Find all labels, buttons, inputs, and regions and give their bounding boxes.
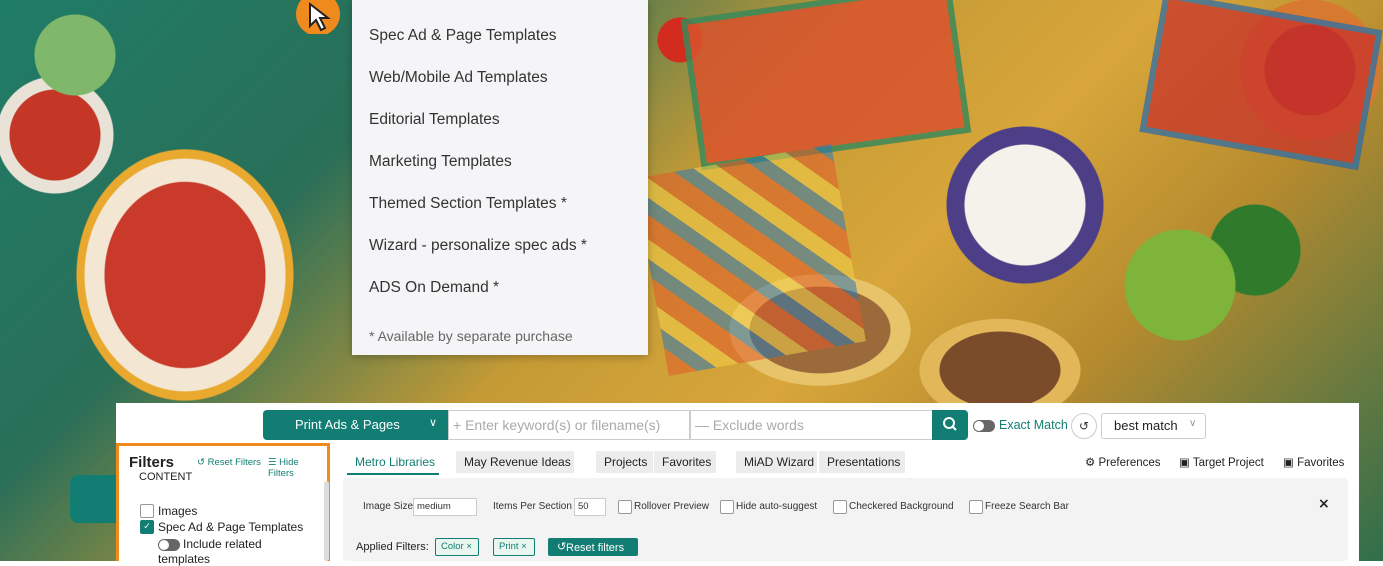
close-icon[interactable]: × <box>1318 496 1330 512</box>
images-label: Images <box>158 504 198 518</box>
tab-may-revenue[interactable]: May Revenue Ideas <box>456 451 574 473</box>
tab-projects[interactable]: Projects <box>596 451 653 473</box>
pointer-cursor-icon <box>296 0 340 34</box>
checkered-label: Checkered Background <box>849 501 954 512</box>
freeze-label: Freeze Search Bar <box>985 501 1069 512</box>
exclude-input[interactable]: — Exclude words <box>690 410 934 440</box>
decor-tile <box>634 144 866 376</box>
rollover-label: Rollover Preview <box>634 501 710 512</box>
exact-match-label: Exact Match <box>999 418 1068 432</box>
menu-item-ads-on-demand[interactable]: ADS On Demand * <box>369 279 499 297</box>
category-label: Print Ads & Pages <box>295 417 400 432</box>
decor-tray-2 <box>1139 0 1383 171</box>
dropdown-menu: Spec Ad & Page Templates Web/Mobile Ad T… <box>352 0 648 355</box>
filters-section-label: CONTENT <box>139 471 193 483</box>
filter-chip-print[interactable]: Print × <box>493 538 535 556</box>
exclude-placeholder: — Exclude words <box>695 417 804 433</box>
rollover-checkbox[interactable] <box>618 500 632 514</box>
menu-item-editorial[interactable]: Editorial Templates <box>369 111 500 129</box>
menu-item-web-mobile[interactable]: Web/Mobile Ad Templates <box>369 69 548 87</box>
spec-ad-checkbox[interactable]: ✓ <box>140 520 154 534</box>
reset-filters-button[interactable]: ↺ Reset filters <box>548 538 638 556</box>
filters-title: Filters <box>129 454 175 471</box>
refresh-icon[interactable]: ↺ <box>1071 413 1097 439</box>
search-panel: Print Ads & Pages ∨ + Enter keyword(s) o… <box>116 403 1359 566</box>
sort-select[interactable]: best match ∨ <box>1101 413 1206 439</box>
related-toggle[interactable] <box>158 539 180 551</box>
freeze-checkbox[interactable] <box>969 500 983 514</box>
filter-chip-color[interactable]: Color × <box>435 538 479 556</box>
checkered-checkbox[interactable] <box>833 500 847 514</box>
chevron-down-icon: ∨ <box>429 417 438 429</box>
applied-filters-label: Applied Filters: <box>356 541 429 553</box>
tab-favorites[interactable]: Favorites <box>654 451 716 473</box>
search-button[interactable] <box>932 410 968 440</box>
hide-suggest-label: Hide auto-suggest <box>736 501 818 512</box>
image-size-label: Image Size <box>363 501 414 512</box>
chevron-down-icon: ∨ <box>1189 418 1197 429</box>
category-select[interactable]: Print Ads & Pages ∨ <box>263 410 448 440</box>
image-size-select[interactable]: medium <box>413 498 477 516</box>
sort-value: best match <box>1114 418 1178 433</box>
reset-filters-link[interactable]: ↺ Reset Filters <box>197 457 261 468</box>
exact-match-toggle[interactable] <box>973 420 995 432</box>
related-label-2: templates <box>158 552 211 566</box>
menu-item-marketing[interactable]: Marketing Templates <box>369 153 512 171</box>
preferences-bar: Image Size medium Items Per Section 50 R… <box>343 478 1348 561</box>
hide-suggest-checkbox[interactable] <box>720 500 734 514</box>
menu-footnote: * Available by separate purchase <box>369 328 573 344</box>
menu-item-wizard[interactable]: Wizard - personalize spec ads * <box>369 237 587 255</box>
spec-ad-label: Spec Ad & Page Templates <box>158 520 304 534</box>
menu-item-themed-section[interactable]: Themed Section Templates * <box>369 195 567 213</box>
search-icon <box>943 417 957 431</box>
keyword-placeholder: + Enter keyword(s) or filename(s) <box>453 417 661 433</box>
images-checkbox[interactable] <box>140 504 154 518</box>
tab-metro-libraries[interactable]: Metro Libraries <box>347 451 439 475</box>
hide-filters-link[interactable]: ☰ Hide Filters <box>268 457 327 479</box>
preferences-link[interactable]: ⚙ Preferences <box>1085 455 1161 469</box>
side-tab[interactable] <box>70 475 116 523</box>
items-per-section-label: Items Per Section <box>493 501 572 512</box>
filters-scrollbar[interactable] <box>324 481 329 561</box>
tab-presentations[interactable]: Presentations <box>819 451 905 473</box>
keyword-input[interactable]: + Enter keyword(s) or filename(s) <box>448 410 690 440</box>
items-per-section-select[interactable]: 50 <box>574 498 606 516</box>
menu-item-spec-ad[interactable]: Spec Ad & Page Templates <box>369 27 557 45</box>
target-project-link[interactable]: ▣ Target Project <box>1179 455 1264 469</box>
filters-panel: Filters ↺ Reset Filters ☰ Hide Filters C… <box>116 443 330 566</box>
favorites-link[interactable]: ▣ Favorites <box>1283 455 1344 469</box>
related-label: Include related <box>183 537 262 551</box>
tab-miad-wizard[interactable]: MiAD Wizard <box>736 451 817 473</box>
